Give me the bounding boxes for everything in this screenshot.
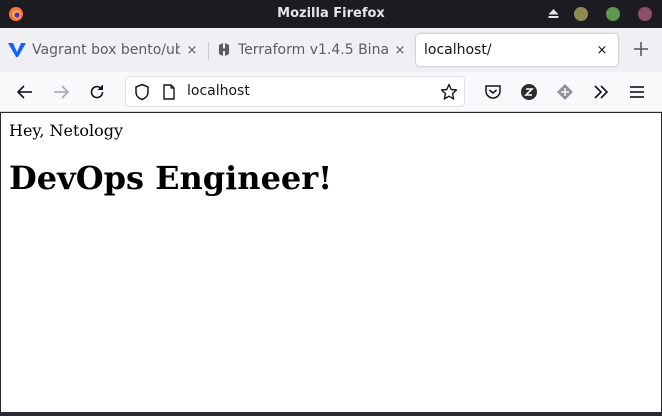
tab-label: Terraform v1.4.5 Binary: [238, 42, 388, 58]
tab-label: Vagrant box bento/ubuntu-20.04: [32, 42, 180, 58]
chevron-double-right-icon: [594, 85, 609, 99]
maximize-button[interactable]: [606, 7, 620, 21]
extension-tag-icon: [557, 84, 573, 100]
tab-strip: Vagrant box bento/ubuntu-20.04 × Terrafo…: [0, 28, 662, 72]
window-title: Mozilla Firefox: [277, 6, 385, 21]
extension-z-button[interactable]: [519, 82, 539, 102]
vagrant-icon: [8, 42, 26, 58]
eject-icon[interactable]: [548, 8, 559, 19]
back-button[interactable]: [15, 82, 35, 102]
tab-separator: [208, 42, 209, 60]
tab-close-icon[interactable]: ×: [594, 43, 610, 58]
arrow-left-icon: [16, 85, 32, 99]
hamburger-menu-icon: [630, 86, 644, 98]
arrow-right-icon: [54, 85, 70, 99]
pocket-button[interactable]: [483, 82, 503, 102]
pocket-icon: [485, 85, 501, 99]
reload-button[interactable]: [87, 82, 107, 102]
extension-tag-button[interactable]: [555, 82, 575, 102]
bookmark-star-icon[interactable]: [440, 83, 458, 101]
extension-z-icon: [521, 84, 537, 100]
tab-vagrant[interactable]: Vagrant box bento/ubuntu-20.04 ×: [8, 34, 200, 66]
close-button[interactable]: [638, 7, 652, 21]
page-content: Hey, Netology DevOps Engineer!: [1, 113, 661, 412]
url-text: localhost: [187, 83, 250, 99]
page-icon[interactable]: [162, 84, 176, 100]
hashicorp-icon: [216, 42, 232, 58]
new-tab-icon[interactable]: [630, 38, 652, 60]
tab-close-icon[interactable]: ×: [392, 43, 408, 58]
greeting-text: Hey, Netology: [9, 121, 124, 140]
tab-label: localhost/: [424, 42, 492, 58]
overflow-menu-button[interactable]: [591, 82, 611, 102]
forward-button[interactable]: [51, 82, 71, 102]
title-bar: Mozilla Firefox: [0, 0, 662, 28]
page-heading: DevOps Engineer!: [9, 159, 333, 197]
tab-terraform[interactable]: Terraform v1.4.5 Binary ×: [216, 34, 408, 66]
app-menu-button[interactable]: [627, 82, 647, 102]
navigation-toolbar: localhost: [0, 72, 662, 112]
tab-localhost[interactable]: localhost/ ×: [416, 34, 618, 66]
minimize-button[interactable]: [574, 7, 588, 21]
url-bar[interactable]: localhost: [125, 76, 465, 107]
reload-icon: [90, 84, 104, 99]
shield-icon[interactable]: [134, 83, 150, 101]
tab-close-icon[interactable]: ×: [184, 43, 200, 58]
